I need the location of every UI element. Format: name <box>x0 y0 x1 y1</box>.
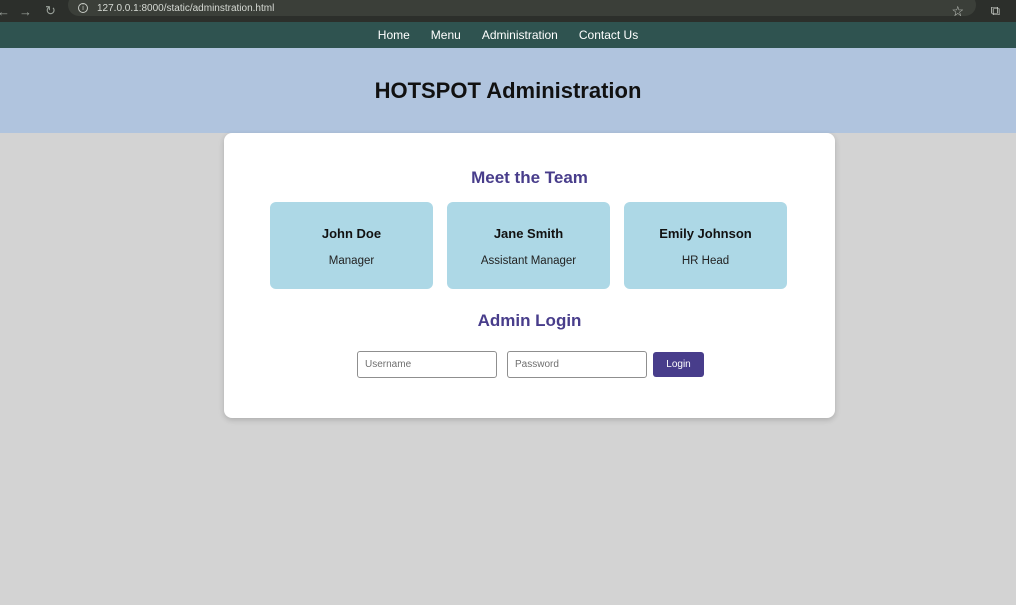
back-arrow-icon[interactable]: ← <box>0 0 10 22</box>
member-name: Emily Johnson <box>659 226 752 241</box>
login-form: Login <box>357 351 704 378</box>
bookmark-star-icon[interactable]: ☆ <box>951 0 964 22</box>
member-role: HR Head <box>681 255 730 267</box>
username-input[interactable] <box>357 351 497 378</box>
team-member-card: Jane Smith Assistant Manager <box>447 202 610 289</box>
site-nav: Home Menu Administration Contact Us <box>0 22 1016 48</box>
page-title: HOTSPOT Administration <box>374 77 642 103</box>
team-section-title: Meet the Team <box>471 168 588 187</box>
address-bar-url[interactable]: 127.0.0.1:8000/static/adminstration.html <box>97 3 274 14</box>
member-name: Jane Smith <box>493 226 564 241</box>
member-role: Manager <box>328 255 375 267</box>
team-members: John Doe Manager Jane Smith Assistant Ma… <box>270 202 787 289</box>
nav-link-menu[interactable]: Menu <box>431 28 461 42</box>
forward-arrow-icon[interactable]: → <box>19 0 32 22</box>
team-member-card: John Doe Manager <box>270 202 433 289</box>
address-bar[interactable]: i 127.0.0.1:8000/static/adminstration.ht… <box>68 0 976 16</box>
nav-link-administration[interactable]: Administration <box>482 28 558 42</box>
page-header: HOTSPOT Administration <box>0 48 1016 133</box>
login-button[interactable]: Login <box>653 352 704 377</box>
nav-link-home[interactable]: Home <box>378 28 410 42</box>
admin-card: Meet the Team John Doe Manager Jane Smit… <box>224 133 835 418</box>
site-info-icon[interactable]: i <box>78 3 88 13</box>
login-section-title: Admin Login <box>477 311 582 330</box>
member-role: Assistant Manager <box>480 255 577 267</box>
extensions-icon[interactable]: ⧉ <box>991 0 1000 22</box>
nav-link-contact-us[interactable]: Contact Us <box>579 28 638 42</box>
member-name: John Doe <box>321 226 382 241</box>
team-member-card: Emily Johnson HR Head <box>624 202 787 289</box>
browser-toolbar: ← → ↻ i 127.0.0.1:8000/static/adminstrat… <box>0 0 1016 22</box>
reload-icon[interactable]: ↻ <box>45 0 56 22</box>
password-input[interactable] <box>507 351 647 378</box>
